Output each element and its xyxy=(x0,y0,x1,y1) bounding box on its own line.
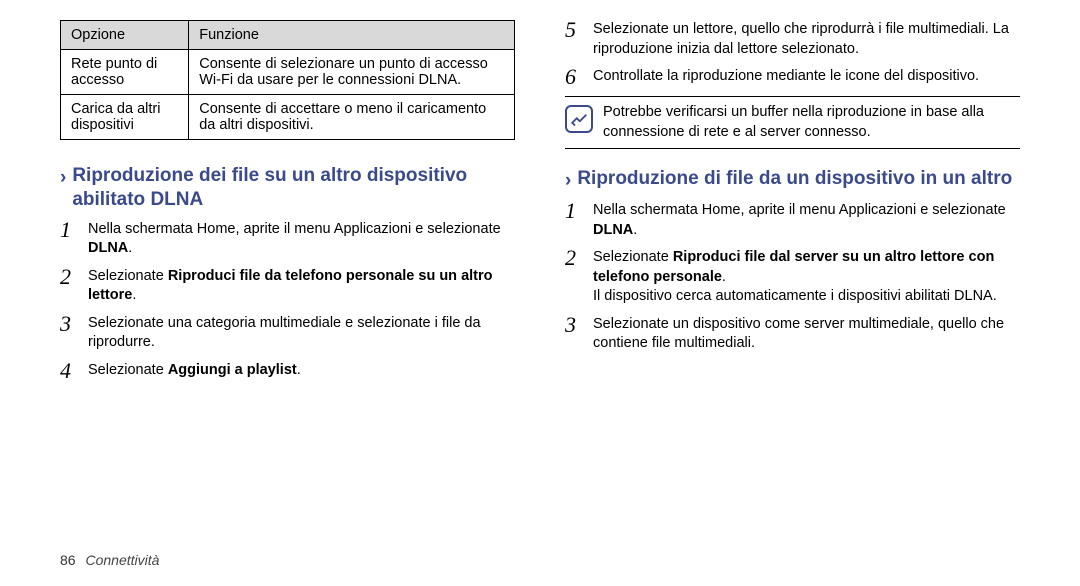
step-number: 2 xyxy=(565,247,583,307)
chevron-icon: › xyxy=(60,166,66,190)
step-number: 4 xyxy=(60,360,78,382)
th-option: Opzione xyxy=(61,21,189,50)
step-item: 5 Selezionate un lettore, quello che rip… xyxy=(565,20,1020,59)
table-row: Carica da altri dispositivi Consente di … xyxy=(61,95,515,140)
chevron-icon: › xyxy=(565,169,571,193)
cell-function: Consente di accettare o meno il caricame… xyxy=(189,95,515,140)
step-number: 5 xyxy=(565,19,583,59)
step-text: Selezionate un dispositivo come server m… xyxy=(593,315,1020,354)
step-number: 3 xyxy=(565,314,583,354)
heading-right: › Riproduzione di file da un dispositivo… xyxy=(565,167,1020,193)
step-number: 1 xyxy=(60,219,78,259)
step-item: 3 Selezionate un dispositivo come server… xyxy=(565,315,1020,354)
note-text: Potrebbe verificarsi un buffer nella rip… xyxy=(603,103,1020,142)
note-box: Potrebbe verificarsi un buffer nella rip… xyxy=(565,96,1020,149)
step-text: Selezionate una categoria multimediale e… xyxy=(88,314,515,353)
step-text: Selezionate Riproduci file da telefono p… xyxy=(88,267,515,306)
steps-right: 1 Nella schermata Home, aprite il menu A… xyxy=(565,201,1020,354)
step-text: Nella schermata Home, aprite il menu App… xyxy=(593,201,1020,240)
step-number: 6 xyxy=(565,66,583,88)
step-item: 1 Nella schermata Home, aprite il menu A… xyxy=(565,201,1020,240)
heading-text: Riproduzione di file da un dispositivo i… xyxy=(577,167,1012,191)
cell-function: Consente di selezionare un punto di acce… xyxy=(189,50,515,95)
step-item: 3 Selezionate una categoria multimediale… xyxy=(60,314,515,353)
step-text: Selezionate Aggiungi a playlist. xyxy=(88,361,301,382)
step-text: Controllate la riproduzione mediante le … xyxy=(593,67,979,88)
steps-top-right: 5 Selezionate un lettore, quello che rip… xyxy=(565,20,1020,88)
step-item: 2 Selezionate Riproduci file dal server … xyxy=(565,248,1020,307)
cell-option: Rete punto di accesso xyxy=(61,50,189,95)
right-column: 5 Selezionate un lettore, quello che rip… xyxy=(565,20,1020,390)
step-number: 1 xyxy=(565,200,583,240)
steps-left: 1 Nella schermata Home, aprite il menu A… xyxy=(60,220,515,382)
step-number: 3 xyxy=(60,313,78,353)
heading-left: › Riproduzione dei file su un altro disp… xyxy=(60,164,515,212)
step-text: Selezionate Riproduci file dal server su… xyxy=(593,248,1020,307)
left-column: Opzione Funzione Rete punto di accesso C… xyxy=(60,20,515,390)
page-footer: 86 Connettività xyxy=(60,552,159,568)
step-item: 4 Selezionate Aggiungi a playlist. xyxy=(60,361,515,382)
options-table: Opzione Funzione Rete punto di accesso C… xyxy=(60,20,515,140)
cell-option: Carica da altri dispositivi xyxy=(61,95,189,140)
step-item: 1 Nella schermata Home, aprite il menu A… xyxy=(60,220,515,259)
step-text: Selezionate un lettore, quello che ripro… xyxy=(593,20,1020,59)
note-icon xyxy=(565,105,593,133)
step-text: Nella schermata Home, aprite il menu App… xyxy=(88,220,515,259)
step-item: 6 Controllate la riproduzione mediante l… xyxy=(565,67,1020,88)
page-number: 86 xyxy=(60,552,76,568)
step-item: 2 Selezionate Riproduci file da telefono… xyxy=(60,267,515,306)
th-function: Funzione xyxy=(189,21,515,50)
heading-text: Riproduzione dei file su un altro dispos… xyxy=(72,164,515,212)
section-name: Connettività xyxy=(85,552,159,568)
step-number: 2 xyxy=(60,266,78,306)
table-row: Rete punto di accesso Consente di selezi… xyxy=(61,50,515,95)
